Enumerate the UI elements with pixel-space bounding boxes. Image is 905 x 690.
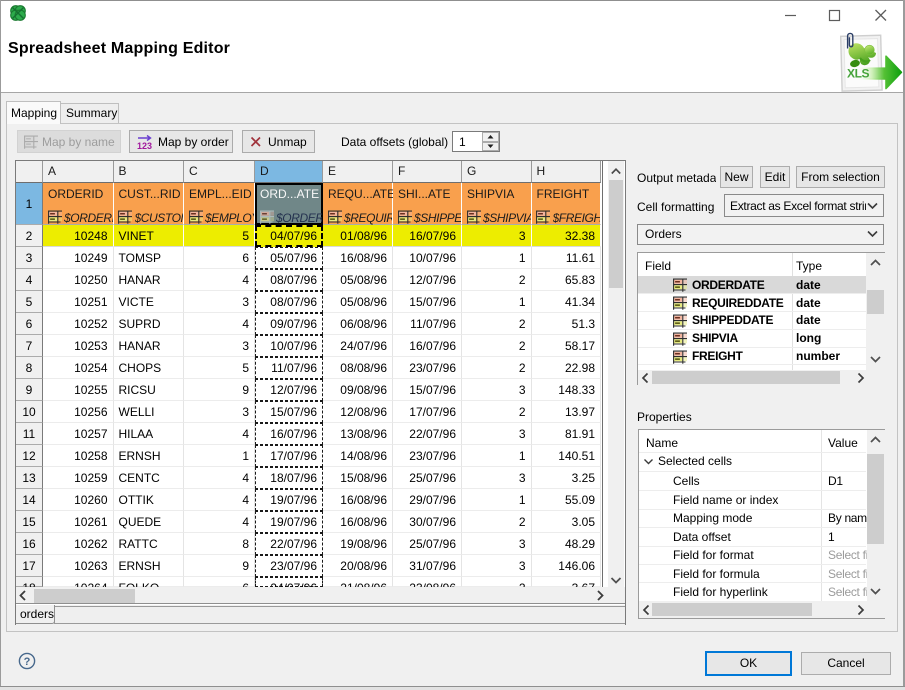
svg-text:XLS: XLS [847,66,870,80]
svg-text:123: 123 [137,141,152,151]
svg-text:?: ? [24,656,31,668]
